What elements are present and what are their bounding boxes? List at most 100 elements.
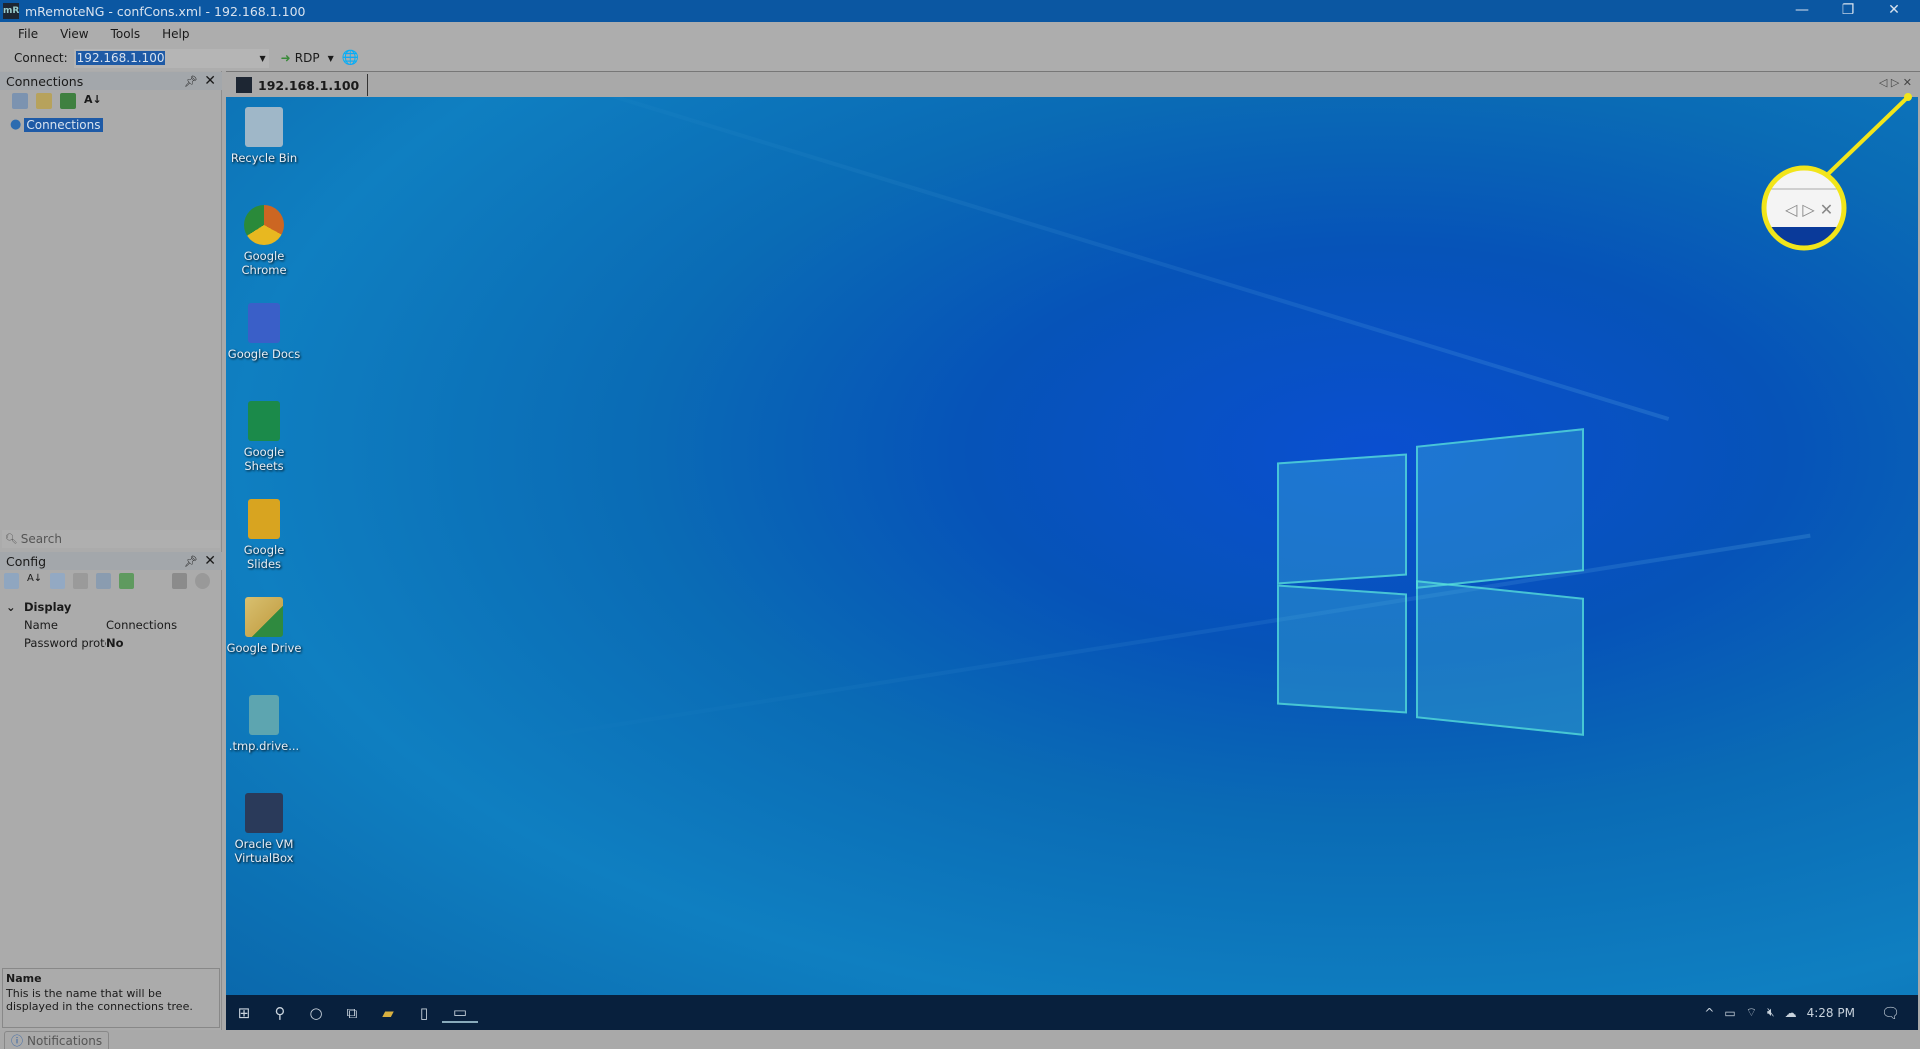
taskbar: ⊞ ⚲ ○ ⧉ ▰ ▯ ▭ ^ ▭ ⌔ 🔇︎ ☁ 4:28 PM 🗨︎	[226, 995, 1918, 1030]
scroll-left-icon[interactable]: ◁	[1879, 76, 1887, 89]
chevron-down-icon[interactable]: ▼	[328, 54, 334, 63]
start-icon[interactable]: ⊞	[226, 1004, 262, 1022]
desktop-icon-virtualbox[interactable]: Oracle VM VirtualBox	[226, 793, 302, 865]
globe-icon[interactable]: 🌐	[342, 50, 359, 66]
desktop-icon-chrome[interactable]: Google Chrome	[226, 205, 302, 277]
icon-label: Google Docs	[227, 347, 301, 361]
minimize-button[interactable]: —	[1780, 0, 1824, 22]
property-value[interactable]: No	[106, 636, 124, 650]
property-value[interactable]: Connections	[106, 618, 177, 632]
tree-item-label: Connections	[24, 117, 103, 132]
info-icon: ⓘ	[11, 1034, 24, 1048]
title-bar: mR mRemoteNG - confCons.xml - 192.168.1.…	[0, 0, 1920, 22]
icon-label: Google Sheets	[243, 445, 285, 473]
view-icon[interactable]	[60, 93, 76, 109]
icon-label: Google Slides	[243, 543, 285, 571]
task-view-icon[interactable]: ⧉	[334, 1004, 370, 1022]
property-name: Name	[24, 618, 58, 632]
globe-icon: ●	[10, 117, 22, 132]
sheets-icon	[248, 401, 280, 441]
desktop-icon-docs[interactable]: Google Docs	[226, 303, 302, 361]
menu-bar: File View Tools Help	[0, 22, 1920, 45]
file-explorer-icon[interactable]: ▰	[370, 1004, 406, 1022]
default-properties-icon[interactable]	[96, 573, 112, 589]
scroll-right-icon[interactable]: ▷	[1891, 76, 1899, 89]
notifications-label: Notifications	[27, 1033, 103, 1048]
drive-folder-icon	[245, 597, 283, 637]
sort-az-icon[interactable]: A↓	[27, 573, 42, 589]
search-icon: 🔍︎	[5, 533, 18, 545]
action-center-icon[interactable]: 🗨︎	[1881, 1004, 1900, 1022]
pin-icon[interactable]: 📌︎	[184, 75, 198, 88]
desktop-icon-tmp-drive[interactable]: .tmp.drive...	[226, 695, 302, 753]
search-input[interactable]: 🔍︎ Search	[2, 530, 220, 548]
tab-connection[interactable]: 192.168.1.100	[232, 74, 369, 96]
volume-muted-icon[interactable]: 🔇︎	[1767, 1005, 1775, 1020]
description-text: This is the name that will be displayed …	[6, 987, 193, 1013]
battery-icon[interactable]: ▭	[1724, 1006, 1735, 1020]
connections-toolbar: A↓	[12, 93, 108, 109]
notepad-icon[interactable]: ▯	[406, 1004, 442, 1022]
status-bar: ⓘ Notifications	[0, 1030, 1920, 1049]
remote-desktop[interactable]: Recycle Bin Google Chrome Google Docs Go…	[226, 97, 1918, 1030]
close-window-button[interactable]: ✕	[1872, 0, 1916, 22]
icon-label: .tmp.drive...	[228, 739, 300, 753]
desktop-icon-recycle-bin[interactable]: Recycle Bin	[226, 107, 302, 165]
search-placeholder: Search	[20, 532, 62, 546]
description-title: Name	[6, 972, 42, 985]
desktop-icon-drive[interactable]: Google Drive	[226, 597, 302, 655]
quick-connect-toolbar: Connect: 192.168.1.100 ▼ ➜ RDP ▼ 🌐	[0, 45, 1920, 71]
menu-view[interactable]: View	[60, 27, 88, 41]
protocol-button[interactable]: RDP	[295, 51, 320, 65]
app-logo-icon	[236, 77, 252, 93]
wifi-icon[interactable]: ⌔	[1746, 1005, 1757, 1020]
property-row[interactable]: Password prote No	[0, 634, 220, 652]
icon-label: Oracle VM VirtualBox	[234, 837, 294, 865]
sort-az-icon[interactable]: A↓	[84, 93, 102, 109]
menu-help[interactable]: Help	[162, 27, 189, 41]
tab-nav-controls: ◁ ▷ ✕	[1879, 76, 1912, 89]
password-icon[interactable]	[172, 573, 188, 589]
properties-icon[interactable]	[50, 573, 66, 589]
window-title: mRemoteNG - confCons.xml - 192.168.1.100	[25, 3, 306, 19]
config-panel-title: Config	[6, 553, 47, 569]
pin-icon[interactable]: 📌︎	[184, 555, 198, 568]
clock[interactable]: 4:28 PM	[1807, 1006, 1855, 1020]
chrome-icon	[244, 205, 284, 245]
cortana-icon[interactable]: ○	[298, 1004, 334, 1022]
categorized-icon[interactable]	[4, 573, 19, 589]
category-display[interactable]: ⌄ Display	[0, 598, 220, 616]
notifications-tab[interactable]: ⓘ Notifications	[4, 1031, 110, 1049]
tab-strip: 192.168.1.100 ◁ ▷ ✕	[226, 71, 1920, 97]
inheritance-icon[interactable]	[73, 573, 89, 589]
default-inheritance-icon[interactable]	[119, 573, 135, 589]
connect-input[interactable]: 192.168.1.100 ▼	[73, 48, 269, 68]
search-icon[interactable]: ⚲	[262, 1004, 298, 1022]
docs-icon	[248, 303, 280, 343]
desktop-icon-slides[interactable]: Google Slides	[226, 499, 302, 571]
desktop-icon-sheets[interactable]: Google Sheets	[226, 401, 302, 473]
chevron-up-icon[interactable]: ^	[1704, 1006, 1714, 1020]
terminal-icon[interactable]: ▭	[442, 1003, 478, 1023]
connect-value: 192.168.1.100	[75, 50, 166, 65]
new-folder-icon[interactable]	[36, 93, 52, 109]
connections-panel-title: Connections	[6, 73, 84, 89]
icon-label: Google Chrome	[241, 249, 287, 277]
restore-button[interactable]: ❐	[1826, 0, 1870, 22]
light-beam	[526, 533, 1811, 741]
close-icon[interactable]: ✕	[204, 553, 216, 569]
menu-file[interactable]: File	[18, 27, 38, 41]
host-status-icon[interactable]	[195, 573, 211, 589]
tree-item-connections[interactable]: ● Connections	[10, 117, 103, 132]
close-tab-icon[interactable]: ✕	[1903, 76, 1912, 89]
chevron-down-icon[interactable]: ▼	[260, 49, 266, 68]
new-connection-icon[interactable]	[12, 93, 28, 109]
cloud-sync-icon[interactable]: ☁	[1785, 1006, 1797, 1020]
category-label: Display	[24, 600, 72, 614]
virtualbox-icon	[245, 793, 283, 833]
windows-logo-pane	[1277, 584, 1407, 714]
icon-label: Google Drive	[226, 641, 302, 655]
menu-tools[interactable]: Tools	[111, 27, 141, 41]
property-row[interactable]: Name Connections	[0, 616, 220, 634]
close-icon[interactable]: ✕	[204, 73, 216, 89]
